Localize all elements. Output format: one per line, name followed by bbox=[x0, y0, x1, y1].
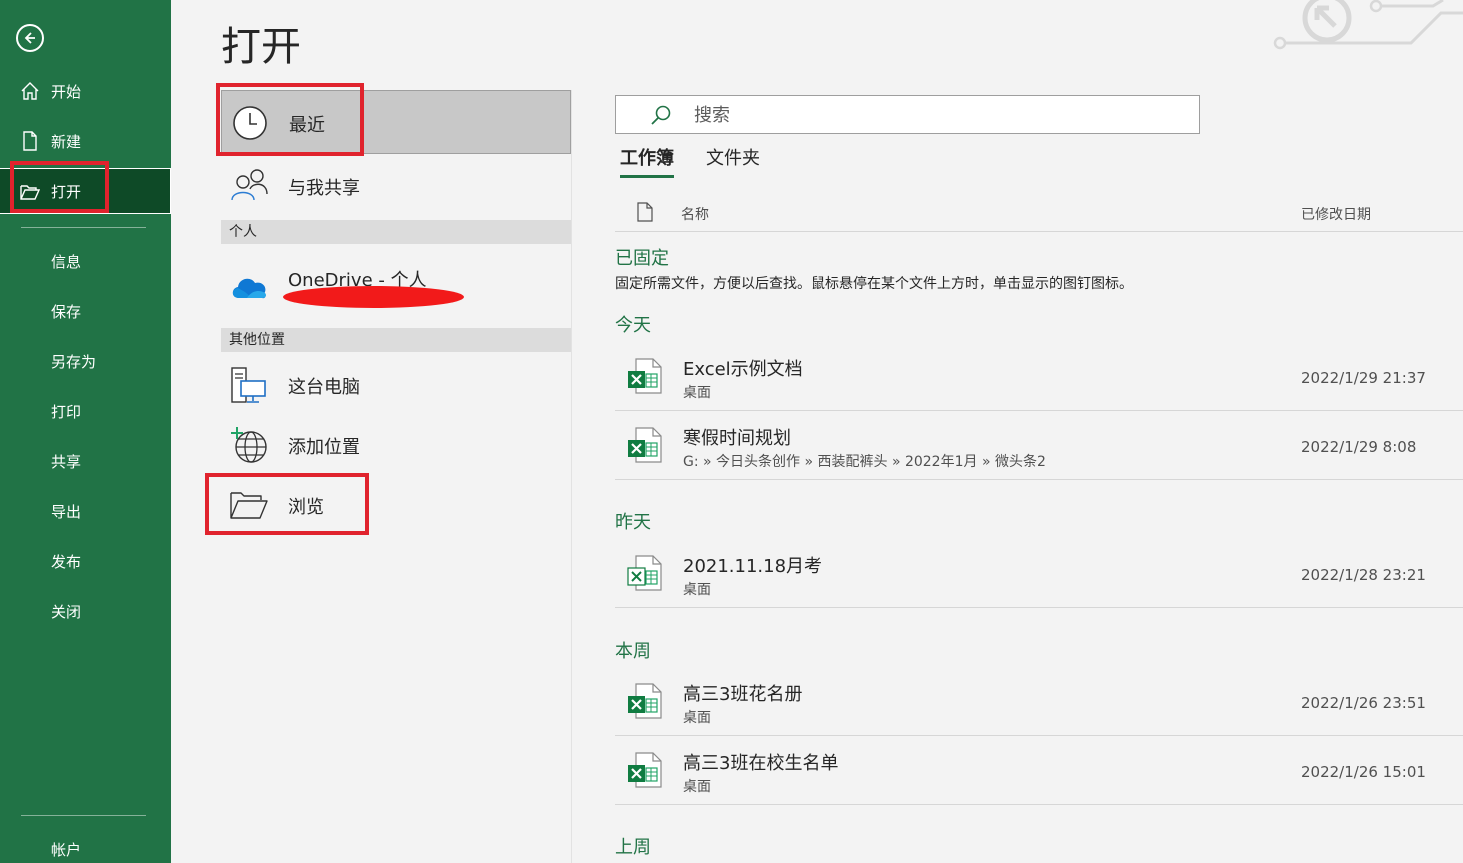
decorative-circuit-graphic bbox=[1273, 0, 1463, 50]
new-document-icon bbox=[20, 131, 40, 151]
excel-file-icon bbox=[627, 751, 663, 793]
file-path: 桌面 bbox=[683, 582, 711, 598]
nav-new-label: 新建 bbox=[51, 132, 82, 151]
search-input[interactable] bbox=[694, 102, 1174, 128]
clock-icon bbox=[230, 105, 270, 141]
nav-export-label: 导出 bbox=[51, 502, 82, 521]
file-path: 桌面 bbox=[683, 779, 711, 795]
folder-open-icon bbox=[20, 182, 40, 202]
computer-icon bbox=[229, 367, 269, 403]
nav-save-as[interactable]: 另存为 bbox=[0, 338, 171, 384]
onedrive-cloud-icon bbox=[229, 268, 269, 304]
nav-open-label: 打开 bbox=[51, 182, 82, 201]
location-this-pc[interactable]: 这台电脑 bbox=[221, 353, 571, 417]
file-path: G: » 今日头条创作 » 西装配裤头 » 2022年1月 » 微头条2 bbox=[683, 454, 1046, 470]
add-globe-icon bbox=[229, 427, 269, 463]
location-shared-with-me[interactable]: 与我共享 bbox=[221, 154, 571, 218]
location-add-place-label: 添加位置 bbox=[288, 437, 360, 458]
section-yesterday: 昨天 bbox=[615, 512, 651, 533]
excel-file-icon bbox=[627, 426, 663, 468]
column-name-header[interactable]: 名称 bbox=[681, 204, 709, 224]
file-row[interactable]: 寒假时间规划 G: » 今日头条创作 » 西装配裤头 » 2022年1月 » 微… bbox=[615, 412, 1463, 480]
excel-file-icon bbox=[627, 357, 663, 399]
location-recent[interactable]: 最近 bbox=[221, 90, 571, 154]
file-row[interactable]: 高三3班花名册 桌面 2022/1/26 23:51 bbox=[615, 668, 1463, 736]
column-divider bbox=[571, 90, 572, 863]
nav-new[interactable]: 新建 bbox=[0, 118, 171, 164]
location-this-pc-label: 这台电脑 bbox=[288, 377, 360, 398]
search-icon bbox=[650, 105, 672, 129]
nav-account[interactable]: 帐户 bbox=[0, 826, 171, 863]
nav-account-label: 帐户 bbox=[51, 840, 82, 859]
backstage-sidebar: 开始 新建 打开 信息 保存 另存为 打印 共享 导出 发布 关闭 帐户 bbox=[0, 0, 171, 863]
nav-export[interactable]: 导出 bbox=[0, 488, 171, 534]
section-this-week: 本周 bbox=[615, 641, 651, 662]
excel-file-icon bbox=[627, 554, 663, 596]
file-path: 桌面 bbox=[683, 385, 711, 401]
file-date: 2022/1/28 23:21 bbox=[1301, 566, 1426, 584]
search-box[interactable] bbox=[615, 95, 1200, 134]
nav-print[interactable]: 打印 bbox=[0, 388, 171, 434]
section-last-week: 上周 bbox=[615, 837, 651, 858]
file-row[interactable]: 2021.11.18月考 桌面 2022/1/28 23:21 bbox=[615, 540, 1463, 608]
nav-share-label: 共享 bbox=[51, 452, 82, 471]
file-name: 高三3班花名册 bbox=[683, 684, 803, 705]
location-browse-label: 浏览 bbox=[288, 497, 324, 518]
file-name: Excel示例文档 bbox=[683, 359, 803, 380]
tab-workbooks[interactable]: 工作簿 bbox=[620, 144, 674, 178]
section-pinned: 已固定 bbox=[615, 248, 669, 269]
back-arrow-icon[interactable] bbox=[16, 24, 44, 52]
tab-folders[interactable]: 文件夹 bbox=[706, 144, 760, 178]
group-header-personal: 个人 bbox=[221, 220, 571, 244]
nav-save[interactable]: 保存 bbox=[0, 288, 171, 334]
nav-share[interactable]: 共享 bbox=[0, 438, 171, 484]
location-recent-label: 最近 bbox=[289, 115, 325, 136]
nav-open[interactable]: 打开 bbox=[0, 168, 171, 214]
file-date: 2022/1/29 21:37 bbox=[1301, 369, 1426, 387]
people-icon bbox=[229, 168, 269, 204]
group-header-other: 其他位置 bbox=[221, 328, 571, 352]
redaction-scribble bbox=[283, 286, 464, 308]
location-browse[interactable]: 浏览 bbox=[221, 473, 571, 537]
section-today: 今天 bbox=[615, 315, 651, 336]
pinned-hint-text: 固定所需文件，方便以后查找。鼠标悬停在某个文件上方时，单击显示的图钉图标。 bbox=[615, 276, 1133, 292]
location-shared-label: 与我共享 bbox=[288, 178, 360, 199]
nav-info-label: 信息 bbox=[51, 252, 82, 271]
file-name: 2021.11.18月考 bbox=[683, 556, 823, 577]
document-icon bbox=[637, 202, 653, 226]
nav-home-label: 开始 bbox=[51, 82, 82, 101]
file-list-header: 名称 已修改日期 bbox=[615, 196, 1463, 232]
nav-info[interactable]: 信息 bbox=[0, 238, 171, 284]
column-date-header[interactable]: 已修改日期 bbox=[1301, 204, 1371, 224]
file-path: 桌面 bbox=[683, 710, 711, 726]
file-date: 2022/1/26 15:01 bbox=[1301, 763, 1426, 781]
file-row[interactable]: Excel示例文档 桌面 2022/1/29 21:37 bbox=[615, 343, 1463, 411]
file-name: 寒假时间规划 bbox=[683, 428, 791, 449]
nav-close[interactable]: 关闭 bbox=[0, 588, 171, 634]
nav-publish[interactable]: 发布 bbox=[0, 538, 171, 584]
nav-print-label: 打印 bbox=[51, 402, 82, 421]
file-date: 2022/1/29 8:08 bbox=[1301, 438, 1417, 456]
nav-divider-bottom bbox=[21, 815, 146, 816]
nav-save-label: 保存 bbox=[51, 302, 82, 321]
folder-icon bbox=[229, 487, 269, 523]
file-name: 高三3班在校生名单 bbox=[683, 753, 839, 774]
home-icon bbox=[20, 81, 40, 101]
location-add-place[interactable]: 添加位置 bbox=[221, 413, 571, 477]
file-row[interactable]: 高三3班在校生名单 桌面 2022/1/26 15:01 bbox=[615, 737, 1463, 805]
nav-divider bbox=[21, 227, 146, 228]
nav-home[interactable]: 开始 bbox=[0, 68, 171, 114]
nav-close-label: 关闭 bbox=[51, 602, 82, 621]
nav-publish-label: 发布 bbox=[51, 552, 82, 571]
nav-save-as-label: 另存为 bbox=[51, 352, 97, 371]
file-date: 2022/1/26 23:51 bbox=[1301, 694, 1426, 712]
excel-file-icon bbox=[627, 682, 663, 724]
page-title: 打开 bbox=[221, 24, 301, 70]
